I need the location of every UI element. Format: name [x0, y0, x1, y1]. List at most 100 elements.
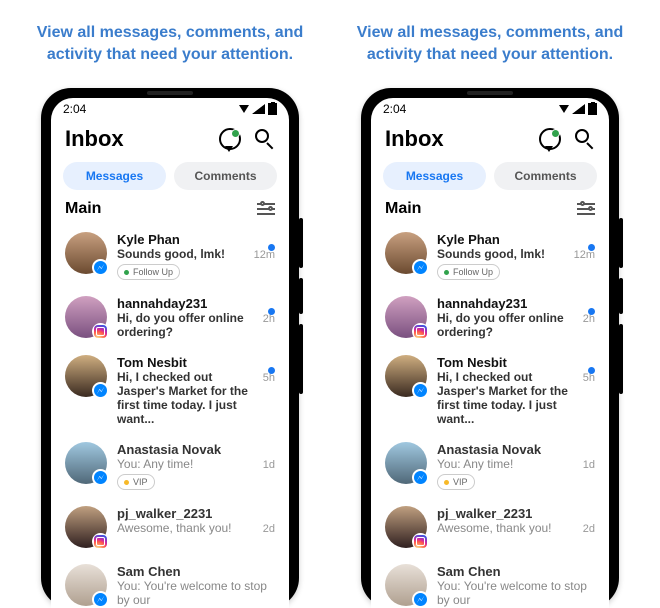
phone-screen: 2:04 Inbox Messages Comments Main Kyle PhanSo… [371, 98, 609, 608]
tab-messages[interactable]: Messages [383, 162, 486, 190]
thread-preview: You: Any time! [437, 457, 513, 471]
thread-preview: You: You're welcome to stop by our [437, 579, 589, 607]
thread-row[interactable]: hannahday231Hi, do you offer online orde… [51, 288, 289, 347]
thread-time: 5h [263, 372, 275, 384]
thread-row[interactable]: pj_walker_2231Awesome, thank you! 2d [371, 498, 609, 556]
unread-indicator-icon [268, 308, 275, 315]
instagram-badge-icon [92, 323, 109, 340]
thread-name: pj_walker_2231 [117, 506, 275, 521]
thread-row[interactable]: pj_walker_2231Awesome, thank you! 2d [51, 498, 289, 556]
thread-name: pj_walker_2231 [437, 506, 595, 521]
avatar [385, 564, 427, 606]
filter-icon[interactable] [577, 203, 595, 215]
messenger-badge-icon [412, 382, 429, 399]
tab-comments[interactable]: Comments [174, 162, 277, 190]
thread-tag: VIP [437, 474, 475, 490]
caption-text: View all messages, comments, and activit… [340, 22, 640, 66]
status-bar: 2:04 [51, 98, 289, 120]
avatar [65, 506, 107, 548]
messenger-badge-icon [92, 469, 109, 486]
title-bar: Inbox [51, 120, 289, 162]
thread-row[interactable]: Kyle PhanSounds good, lmk!12mFollow Up [51, 224, 289, 288]
thread-row[interactable]: Tom NesbitHi, I checked out Jasper's Mar… [371, 347, 609, 434]
avatar [65, 442, 107, 484]
avatar [385, 355, 427, 397]
thread-name: Anastasia Novak [437, 442, 595, 457]
messenger-badge-icon [92, 591, 109, 608]
search-icon[interactable] [575, 129, 595, 149]
thread-tag: VIP [117, 474, 155, 490]
phone-frame: 2:04 Inbox Messages Comments Main Kyle PhanSo… [361, 88, 619, 608]
chat-activity-icon[interactable] [219, 128, 241, 150]
thread-row[interactable]: Anastasia NovakYou: Any time!1dVIP [51, 434, 289, 498]
thread-time: 2h [583, 313, 595, 325]
status-icons [239, 103, 277, 115]
thread-row[interactable]: Sam ChenYou: You're welcome to stop by o… [51, 556, 289, 608]
thread-name: Kyle Phan [437, 232, 595, 247]
messenger-badge-icon [412, 259, 429, 276]
thread-row[interactable]: Tom NesbitHi, I checked out Jasper's Mar… [51, 347, 289, 434]
status-time: 2:04 [383, 102, 406, 116]
instagram-badge-icon [92, 533, 109, 550]
page-title: Inbox [385, 126, 444, 152]
status-time: 2:04 [63, 102, 86, 116]
thread-time: 2d [583, 523, 595, 535]
signal-icon [252, 104, 265, 114]
thread-name: Sam Chen [117, 564, 275, 579]
thread-list: Kyle PhanSounds good, lmk!12mFollow Upha… [371, 224, 609, 608]
thread-time: 2d [263, 523, 275, 535]
avatar [385, 506, 427, 548]
page-title: Inbox [65, 126, 124, 152]
avatar [65, 296, 107, 338]
thread-name: Kyle Phan [117, 232, 275, 247]
thread-row[interactable]: Sam ChenYou: You're welcome to stop by o… [371, 556, 609, 608]
thread-time: 2h [263, 313, 275, 325]
thread-preview: Awesome, thank you! [437, 521, 552, 535]
section-title: Main [385, 200, 421, 218]
thread-preview: Hi, I checked out Jasper's Market for th… [117, 370, 257, 426]
showcase-column-right: View all messages, comments, and activit… [340, 22, 640, 608]
caption-text: View all messages, comments, and activit… [20, 22, 320, 66]
thread-preview: Hi, do you offer online ordering? [437, 311, 577, 339]
messenger-badge-icon [412, 469, 429, 486]
thread-preview: Hi, do you offer online ordering? [117, 311, 257, 339]
thread-name: Tom Nesbit [117, 355, 275, 370]
section-title: Main [65, 200, 101, 218]
tab-comments[interactable]: Comments [494, 162, 597, 190]
thread-name: hannahday231 [117, 296, 275, 311]
chat-activity-icon[interactable] [539, 128, 561, 150]
status-bar: 2:04 [371, 98, 609, 120]
thread-preview: Awesome, thank you! [117, 521, 232, 535]
avatar [65, 355, 107, 397]
thread-row[interactable]: hannahday231Hi, do you offer online orde… [371, 288, 609, 347]
thread-row[interactable]: Kyle PhanSounds good, lmk!12mFollow Up [371, 224, 609, 288]
battery-icon [588, 103, 597, 115]
title-bar: Inbox [371, 120, 609, 162]
messenger-badge-icon [412, 591, 429, 608]
thread-row[interactable]: Anastasia NovakYou: Any time!1dVIP [371, 434, 609, 498]
battery-icon [268, 103, 277, 115]
thread-name: Sam Chen [437, 564, 595, 579]
thread-list: Kyle PhanSounds good, lmk!12mFollow Upha… [51, 224, 289, 608]
thread-time: 1d [263, 459, 275, 471]
instagram-badge-icon [412, 533, 429, 550]
section-header: Main [371, 200, 609, 224]
thread-preview: You: You're welcome to stop by our [117, 579, 269, 607]
tab-messages[interactable]: Messages [63, 162, 166, 190]
thread-name: Tom Nesbit [437, 355, 595, 370]
thread-preview: Hi, I checked out Jasper's Market for th… [437, 370, 577, 426]
phone-screen: 2:04 Inbox Messages Comments Main Kyle PhanSo… [51, 98, 289, 608]
filter-icon[interactable] [257, 203, 275, 215]
unread-indicator-icon [588, 308, 595, 315]
thread-time: 5h [583, 372, 595, 384]
instagram-badge-icon [412, 323, 429, 340]
wifi-icon [559, 105, 569, 113]
search-icon[interactable] [255, 129, 275, 149]
app-showcase: View all messages, comments, and activit… [0, 0, 660, 608]
thread-tag: Follow Up [437, 264, 500, 280]
avatar [65, 564, 107, 606]
avatar [385, 296, 427, 338]
status-icons [559, 103, 597, 115]
unread-indicator-icon [268, 244, 275, 251]
thread-name: hannahday231 [437, 296, 595, 311]
